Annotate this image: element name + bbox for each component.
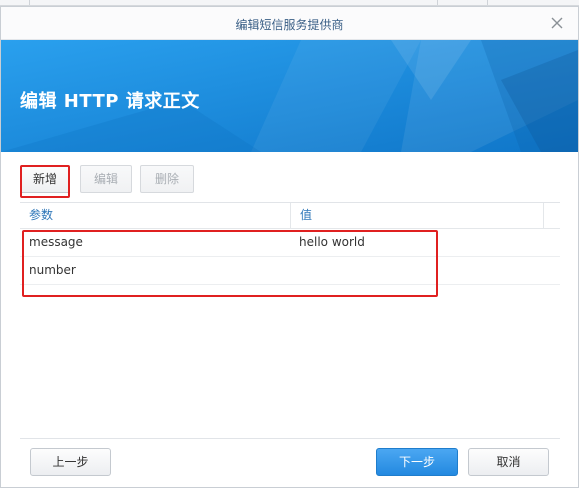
delete-button[interactable]: 删除 (140, 165, 194, 193)
column-header-spacer (543, 203, 560, 228)
edit-button[interactable]: 编辑 (80, 165, 132, 193)
dialog-banner: 编辑 HTTP 请求正文 (1, 40, 578, 152)
background-segment (30, 0, 438, 5)
background-segment (0, 0, 30, 5)
previous-step-button[interactable]: 上一步 (30, 448, 111, 476)
cancel-button[interactable]: 取消 (468, 448, 549, 476)
dialog-heading: 编辑 HTTP 请求正文 (20, 91, 200, 112)
background-segment (438, 0, 488, 5)
dialog-titlebar: 编辑短信服务提供商 (1, 7, 578, 40)
close-icon[interactable] (550, 16, 564, 30)
table-header: 参数 值 (20, 203, 560, 229)
add-button[interactable]: 新增 (20, 165, 70, 193)
value-cell (290, 257, 543, 284)
footer-divider (20, 438, 560, 439)
parameter-table: 参数 值 message hello world number (20, 202, 560, 435)
dialog-title: 编辑短信服务提供商 (235, 18, 344, 32)
value-cell: hello world (299, 235, 365, 249)
edit-sms-provider-dialog: 编辑短信服务提供商 编辑 HTTP 请求正文 新增 编辑 删除 参数 值 mes… (0, 6, 579, 488)
next-step-button[interactable]: 下一步 (376, 448, 458, 476)
column-header-value[interactable]: 值 (290, 203, 543, 228)
param-cell: message (29, 235, 83, 249)
param-cell: number (29, 263, 76, 277)
column-header-param[interactable]: 参数 (20, 203, 290, 228)
table-row[interactable]: number (20, 257, 560, 285)
table-row[interactable]: message hello world (20, 229, 560, 257)
